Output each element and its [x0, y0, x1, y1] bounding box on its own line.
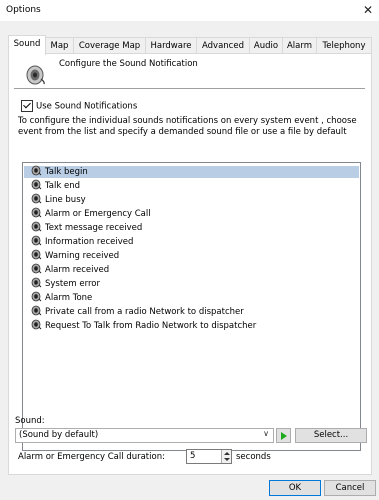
- sound-icon: [31, 277, 42, 288]
- list-item-text-message-received[interactable]: Text message received: [31, 221, 142, 234]
- cancel-button[interactable]: Cancel: [324, 480, 376, 496]
- list-item-line-busy[interactable]: Line busy: [31, 193, 86, 206]
- use-sound-notifications-row[interactable]: Use Sound Notifications: [21, 100, 137, 112]
- spin-down-icon[interactable]: [224, 458, 230, 461]
- sound-select[interactable]: (Sound by default) ∨: [15, 428, 274, 443]
- tab-hardware[interactable]: Hardware: [145, 37, 197, 54]
- header-divider: [14, 88, 365, 89]
- sound-icon: [31, 221, 42, 232]
- select-sound-button[interactable]: Select...: [295, 428, 367, 443]
- list-item-system-error[interactable]: System error: [31, 277, 100, 290]
- sound-label: Sound:: [15, 416, 45, 426]
- spin-up-icon[interactable]: [224, 452, 230, 455]
- title-bar: Options ✕: [0, 0, 379, 21]
- duration-label: Alarm or Emergency Call duration:: [18, 452, 165, 462]
- sound-icon: [31, 291, 42, 302]
- tab-sound[interactable]: Sound: [8, 35, 46, 55]
- list-item-alarm-received[interactable]: Alarm received: [31, 263, 109, 276]
- description-text: To configure the individual sounds notif…: [18, 116, 357, 137]
- window-title: Options: [6, 5, 41, 15]
- sound-icon: [31, 235, 42, 246]
- sound-icon: [31, 207, 42, 218]
- list-item-alarm-or-emergency-call[interactable]: Alarm or Emergency Call: [31, 207, 151, 220]
- use-sound-notifications-checkbox[interactable]: [21, 100, 33, 112]
- duration-unit: seconds: [236, 452, 271, 462]
- list-item-talk-end[interactable]: Talk end: [31, 179, 80, 192]
- list-item-request-to-talk[interactable]: Request To Talk from Radio Network to di…: [31, 319, 256, 332]
- duration-spinner[interactable]: 5: [186, 449, 232, 464]
- sound-select-value: (Sound by default): [19, 430, 99, 440]
- chevron-down-icon[interactable]: ∨: [263, 429, 269, 438]
- list-item-warning-received[interactable]: Warning received: [31, 249, 119, 262]
- duration-value: 5: [190, 451, 196, 461]
- sound-icon: [31, 193, 42, 204]
- header-title: Configure the Sound Notification: [59, 59, 198, 69]
- close-icon[interactable]: ✕: [357, 0, 379, 21]
- sound-events-list[interactable]: Talk begin Talk end Line busy Alarm or E…: [22, 162, 361, 451]
- sound-icon: [31, 249, 42, 260]
- sound-icon: [31, 165, 42, 176]
- list-item-talk-begin[interactable]: Talk begin: [24, 165, 359, 178]
- tab-advanced[interactable]: Advanced: [196, 37, 250, 54]
- speaker-icon: [26, 65, 45, 85]
- ok-button[interactable]: OK: [269, 480, 321, 496]
- tab-audio[interactable]: Audio: [249, 37, 283, 54]
- sound-icon: [31, 305, 42, 316]
- tab-map[interactable]: Map: [45, 37, 74, 54]
- play-icon: [281, 432, 287, 440]
- tab-telephony[interactable]: Telephony: [316, 37, 372, 54]
- sound-tab-panel: Configure the Sound Notification Use Sou…: [8, 53, 372, 475]
- spinner-buttons[interactable]: [221, 450, 231, 463]
- list-item-alarm-tone[interactable]: Alarm Tone: [31, 291, 92, 304]
- play-button[interactable]: [276, 428, 291, 443]
- use-sound-notifications-label: Use Sound Notifications: [36, 101, 138, 112]
- list-item-information-received[interactable]: Information received: [31, 235, 133, 248]
- sound-icon: [31, 319, 42, 330]
- tab-coverage-map[interactable]: Coverage Map: [73, 37, 146, 54]
- sound-icon: [31, 179, 42, 190]
- tab-alarm[interactable]: Alarm: [282, 37, 317, 54]
- sound-icon: [31, 263, 42, 274]
- list-item-private-call[interactable]: Private call from a radio Network to dis…: [31, 305, 244, 318]
